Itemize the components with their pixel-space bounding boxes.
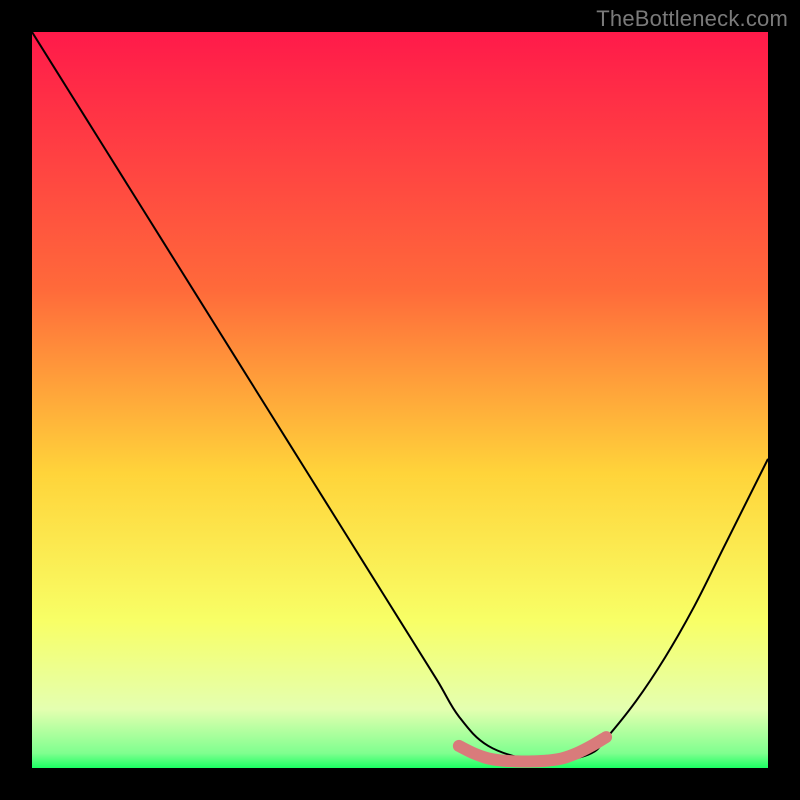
chart-background-gradient <box>32 32 768 768</box>
chart-svg <box>32 32 768 768</box>
chart-frame: TheBottleneck.com <box>0 0 800 800</box>
chart-plot-area <box>32 32 768 768</box>
watermark-text: TheBottleneck.com <box>596 6 788 32</box>
